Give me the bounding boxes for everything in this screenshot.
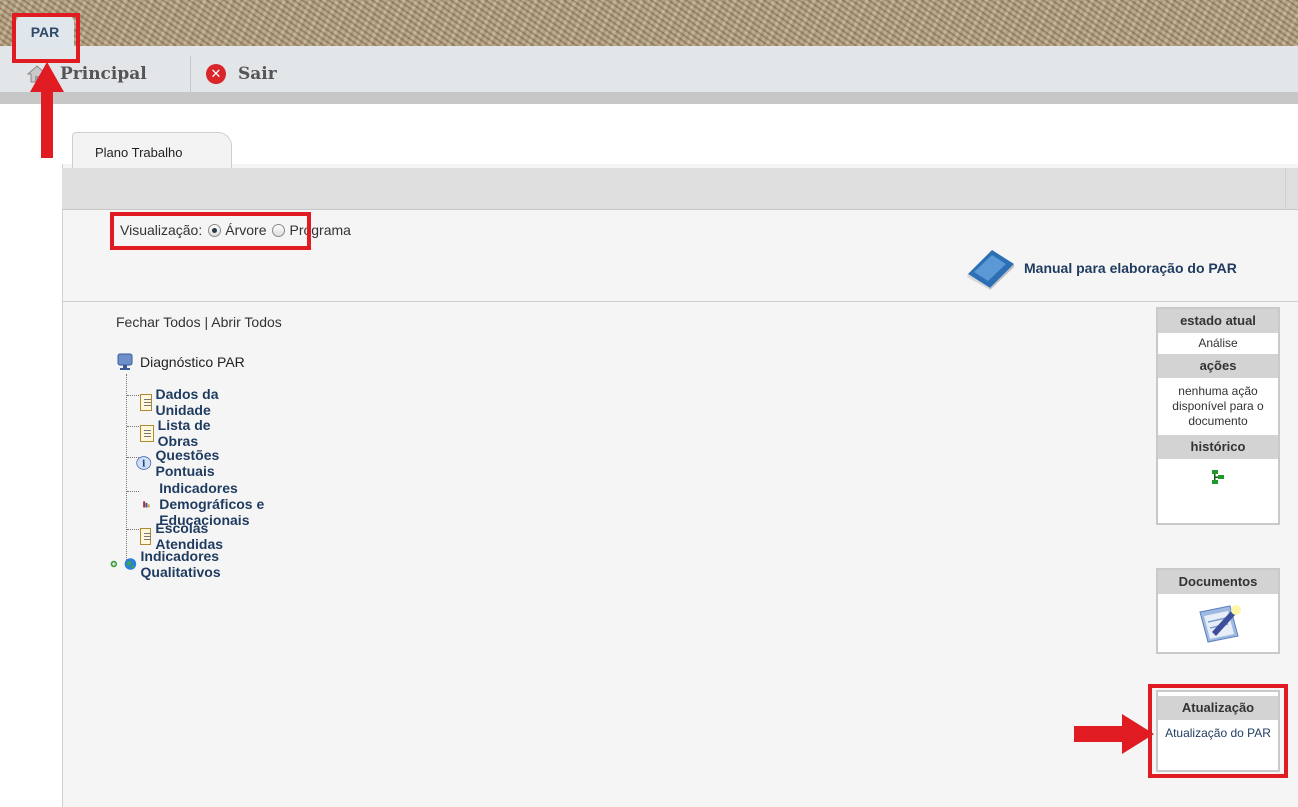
tab-strip — [62, 168, 1298, 210]
estado-value: Análise — [1198, 336, 1238, 350]
document-pen-icon[interactable] — [1192, 602, 1244, 646]
manual-link[interactable]: Manual para elaboração do PAR — [962, 248, 1237, 290]
atualizacao-header: Atualização — [1158, 696, 1278, 720]
top-banner — [0, 0, 1298, 46]
svg-text:i: i — [142, 459, 146, 470]
tree-item-questoes-pontuais[interactable]: i Questões Pontuais — [136, 447, 245, 479]
fechar-todos-link[interactable]: Fechar Todos — [116, 314, 201, 330]
monitor-icon — [117, 353, 133, 370]
annotation-arrow-right-icon — [1074, 714, 1154, 754]
menu-sair[interactable]: ✕ Sair — [206, 62, 277, 86]
tree-item-label: Dados da Unidade — [155, 386, 219, 418]
documents-box: Documentos — [1156, 568, 1280, 654]
manual-link-label: Manual para elaboração do PAR — [1024, 260, 1237, 276]
tree-connector — [127, 491, 139, 492]
menu-principal-label: Principal — [60, 64, 147, 84]
doc-icon — [140, 424, 154, 442]
tree-connector — [127, 529, 139, 530]
radio-programa[interactable] — [272, 223, 286, 237]
tree-item-lista-obras[interactable]: Lista de Obras — [140, 417, 245, 449]
tree-connector — [127, 395, 139, 396]
atualizacao-link[interactable]: Atualização do PAR — [1158, 720, 1278, 747]
radio-arvore[interactable] — [208, 223, 222, 237]
abrir-todos-link[interactable]: Abrir Todos — [211, 314, 282, 330]
tree-root-diagnostico[interactable]: Diagnóstico PAR — [116, 350, 245, 374]
diagnostico-tree: Diagnóstico PAR Dados da Unidade Lista d… — [110, 350, 264, 580]
radio-arvore-label[interactable]: Árvore — [225, 222, 266, 238]
tree-root-label: Diagnóstico PAR — [140, 354, 245, 370]
tree-item-label: Lista de Obras — [157, 417, 211, 449]
menu-separator — [190, 56, 191, 92]
radio-programa-label[interactable]: Programa — [289, 222, 350, 238]
tree-connector — [127, 426, 139, 427]
acoes-value: nenhuma ação disponível para o documento — [1172, 384, 1264, 428]
close-circle-icon: ✕ — [206, 64, 226, 84]
tab-plano-trabalho[interactable]: Plano Trabalho — [72, 132, 232, 168]
hierarchy-icon[interactable] — [1210, 469, 1226, 485]
view-label: Visualização: — [120, 222, 203, 238]
view-selector: Visualização: Árvore Programa — [120, 220, 351, 240]
tree-controls-separator: | — [204, 314, 209, 330]
system-tab-par[interactable]: PAR — [16, 16, 74, 48]
historico-cell — [1158, 459, 1278, 492]
tree-item-label: Indicadores Qualitativos — [140, 548, 221, 580]
tree-root-indicadores-qualitativos[interactable]: Indicadores Qualitativos — [110, 548, 245, 580]
documentos-header: Documentos — [1158, 570, 1278, 594]
plus-icon[interactable] — [110, 558, 118, 570]
tree-item-label: Questões Pontuais — [155, 447, 220, 479]
book-icon — [967, 250, 1014, 290]
annotation-arrow-up-icon — [30, 62, 64, 158]
menu-sair-label: Sair — [238, 64, 277, 84]
globe-icon — [124, 558, 136, 570]
doc-icon — [140, 527, 152, 545]
tree-connector — [126, 374, 127, 560]
tree-controls: Fechar Todos | Abrir Todos — [116, 314, 282, 330]
acoes-header: ações — [1158, 354, 1278, 378]
tree-item-dados-unidade[interactable]: Dados da Unidade — [140, 386, 245, 418]
estado-header: estado atual — [1158, 309, 1278, 333]
doc-icon — [140, 393, 152, 411]
documentos-cell — [1158, 594, 1278, 653]
atualizacao-box: Atualização Atualização do PAR — [1156, 690, 1280, 772]
workflow-state-box: estado atual Análise ações nenhuma ação … — [1156, 307, 1280, 525]
menu-bar: Principal ✕ Sair — [0, 46, 1298, 104]
historico-header: histórico — [1158, 435, 1278, 459]
section-divider — [62, 301, 1298, 302]
chart-icon — [143, 501, 150, 508]
info-icon: i — [136, 456, 152, 470]
